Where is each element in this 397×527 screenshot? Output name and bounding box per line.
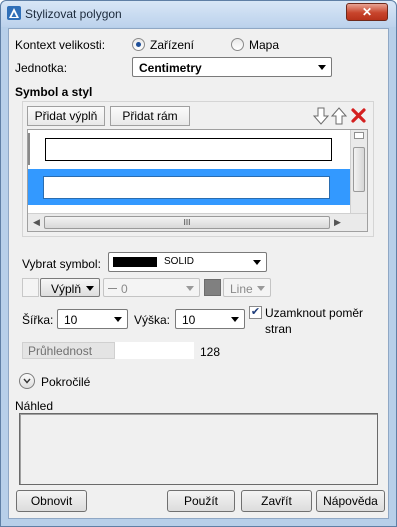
scroll-left-icon[interactable]: ◀ [33,217,40,228]
horizontal-scrollbar[interactable]: ◀ III ▶ [28,213,367,231]
chevron-down-icon [257,286,265,291]
height-select[interactable]: 10 [175,309,245,329]
symbol-style-group: Přidat výplň Přidat rám ◀ III ▶ [22,101,374,237]
transparency-label: Průhlednost [28,344,93,358]
map-radio[interactable] [231,38,244,51]
symbol-select[interactable]: SOLID [108,252,267,272]
line-width-value: 0 [121,282,128,296]
line-type-select[interactable]: Line [223,278,271,297]
symbol-swatch [113,257,157,267]
horizontal-scroll-thumb[interactable]: III [44,216,330,229]
height-value: 10 [182,313,196,327]
width-value: 10 [64,313,78,327]
add-border-button[interactable]: Přidat rám [110,106,190,126]
symbol-value: SOLID [164,256,195,267]
scroll-right-icon[interactable]: ▶ [334,217,341,228]
unit-label: Jednotka: [15,61,68,75]
close-button[interactable]: Zavřít [241,490,312,512]
list-item-selected[interactable] [28,169,350,205]
transparency-slider[interactable]: Průhlednost [22,342,194,359]
fill-layer-swatch [43,176,330,199]
width-select[interactable]: 10 [57,309,128,329]
chevron-down-icon [23,378,31,384]
check-icon: ✔ [250,306,261,318]
app-icon [7,6,21,20]
dialog-window: Stylizovat polygon ✕ Kontext velikosti: … [0,0,397,527]
device-radio[interactable] [132,38,145,51]
line-type-value: Line [230,282,253,296]
apply-button[interactable]: Použít [167,490,235,512]
add-fill-button[interactable]: Přidat výplň [27,106,105,126]
symbol-style-heading: Symbol a styl [15,85,93,99]
unit-value: Centimetry [139,61,202,75]
chevron-down-icon [86,286,94,291]
line-width-select[interactable]: 0 [103,278,200,297]
advanced-label[interactable]: Pokročilé [41,375,90,389]
unit-select[interactable]: Centimetry [132,57,332,77]
advanced-expander[interactable] [19,373,35,389]
scroll-up-arrow[interactable] [354,132,364,139]
transparency-value: 128 [200,345,221,359]
grip-icon: III [183,218,191,227]
title-bar[interactable]: Stylizovat polygon ✕ [1,1,396,27]
fill-type-select[interactable]: Výplň [40,278,100,297]
device-radio-label[interactable]: Zařízení [150,38,194,52]
reset-button[interactable]: Obnovit [16,490,87,512]
vertical-scroll-thumb[interactable] [353,147,365,192]
arrow-up-icon[interactable] [331,107,347,125]
lock-ratio-label-line2[interactable]: stran [265,322,292,336]
line-dash-icon [108,288,117,289]
chevron-down-icon [253,260,261,265]
width-label: Šířka: [22,313,54,327]
select-symbol-label: Vybrat symbol: [22,257,101,271]
chevron-down-icon [231,317,239,322]
vertical-scrollbar[interactable] [350,130,367,213]
map-radio-label[interactable]: Mapa [249,38,279,52]
preview-pane [19,413,378,485]
fill-type-value: Výplň [51,282,82,296]
fill-color-swatch[interactable] [22,278,39,297]
height-label: Výška: [134,313,171,327]
help-button[interactable]: Nápověda [316,490,385,512]
size-context-label: Kontext velikosti: [15,38,106,52]
symbol-layer-list[interactable]: ◀ III ▶ [27,129,368,232]
dialog-body: Kontext velikosti: Zařízení Mapa Jednotk… [8,28,389,519]
border-layer-swatch [45,138,332,161]
delete-icon[interactable] [351,108,366,123]
close-window-button[interactable]: ✕ [346,3,388,21]
lock-ratio-label-line1[interactable]: Uzamknout poměr [265,306,363,320]
line-color-swatch[interactable] [204,279,221,296]
lock-ratio-checkbox[interactable]: ✔ [249,306,262,319]
chevron-down-icon [186,286,194,291]
list-item[interactable] [28,133,350,165]
chevron-down-icon [114,317,122,322]
preview-label: Náhled [15,399,54,413]
arrow-down-icon[interactable] [313,107,329,125]
chevron-down-icon [318,65,326,70]
window-title: Stylizovat polygon [25,7,122,21]
close-icon: ✕ [361,5,373,19]
